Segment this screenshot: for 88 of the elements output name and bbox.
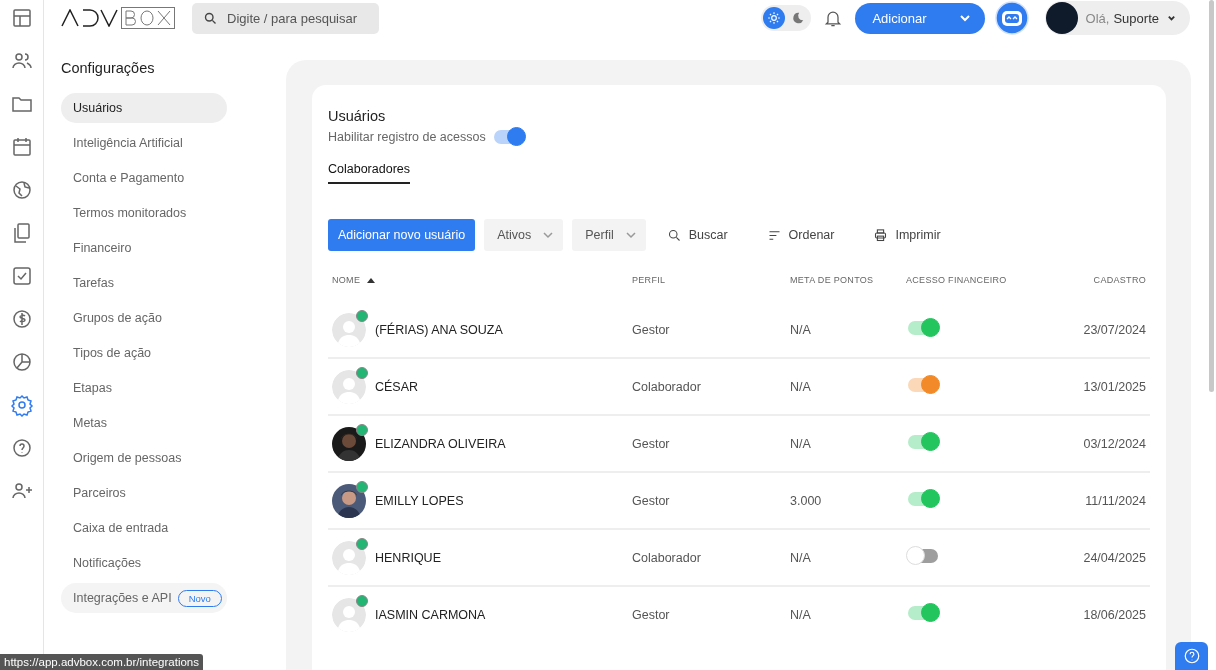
date-cell: 24/04/2025 bbox=[1083, 550, 1146, 565]
column-header: CADASTRO bbox=[1093, 275, 1146, 285]
profile-cell: Gestor bbox=[632, 436, 670, 451]
user-name: (FÉRIAS) ANA SOUZA bbox=[375, 322, 503, 337]
add-user-button[interactable]: Adicionar novo usuário bbox=[328, 219, 476, 251]
avatar-icon bbox=[1045, 2, 1078, 34]
date-cell: 11/11/2024 bbox=[1085, 493, 1146, 508]
settings-menu-item[interactable]: Integrações e API Novo bbox=[61, 583, 227, 613]
user-name: HENRIQUE bbox=[375, 550, 441, 565]
item-label: Integrações e API bbox=[73, 591, 172, 605]
settings-menu-item[interactable]: Notificações bbox=[61, 548, 227, 578]
settings-menu-item[interactable]: Origem de pessoas bbox=[61, 443, 227, 473]
profile-cell: Colaborador bbox=[632, 550, 701, 565]
toggle-switch[interactable] bbox=[908, 492, 938, 506]
printer-icon bbox=[873, 227, 889, 243]
settings-menu-item[interactable]: Etapas bbox=[61, 373, 227, 403]
column-header[interactable]: NOME bbox=[332, 275, 361, 285]
toggle-switch[interactable] bbox=[908, 378, 938, 392]
avatar-icon bbox=[332, 540, 366, 575]
points-cell: N/A bbox=[790, 550, 811, 565]
sort-ascending-icon bbox=[367, 277, 376, 283]
caret-icon bbox=[625, 230, 636, 240]
user-name: IASMIN CARMONA bbox=[375, 607, 486, 622]
filter-dropdown[interactable]: Ativos bbox=[484, 219, 564, 251]
search-button[interactable]: Buscar bbox=[660, 226, 734, 244]
settings-menu-item[interactable]: Inteligência Artificial bbox=[61, 128, 227, 158]
panel-title: Usuários bbox=[328, 108, 386, 124]
search-icon bbox=[666, 227, 682, 243]
column-header: META DE PONTOS bbox=[790, 275, 874, 285]
status-url: https://app.advbox.com.br/integrations bbox=[0, 654, 203, 670]
settings-icon[interactable] bbox=[9, 393, 34, 417]
profile-cell: Colaborador bbox=[632, 379, 701, 394]
caret-icon bbox=[1167, 13, 1176, 23]
sort-button[interactable]: Ordenar bbox=[760, 226, 841, 244]
help-icon bbox=[1182, 647, 1201, 665]
date-cell: 18/06/2025 bbox=[1083, 607, 1146, 622]
points-cell: N/A bbox=[790, 607, 811, 622]
settings-menu-item[interactable]: Financeiro bbox=[61, 233, 227, 263]
points-cell: N/A bbox=[790, 379, 811, 394]
avatar-icon bbox=[332, 369, 366, 404]
points-cell: 3.000 bbox=[790, 493, 822, 508]
toggle-switch[interactable] bbox=[908, 606, 938, 620]
profile-cell: Gestor bbox=[632, 607, 670, 622]
search-field[interactable]: Digite / para pesquisar bbox=[192, 2, 379, 34]
date-cell: 03/12/2024 bbox=[1083, 436, 1146, 451]
toggle-switch[interactable] bbox=[908, 549, 938, 563]
settings-title: Configurações bbox=[61, 60, 156, 76]
column-header: ACESSO FINANCEIRO bbox=[906, 275, 1007, 285]
user-name: Suporte bbox=[1113, 10, 1159, 26]
caret-icon bbox=[958, 12, 971, 24]
help-button[interactable] bbox=[1175, 642, 1208, 670]
user-name: CÉSAR bbox=[375, 379, 419, 394]
points-cell: N/A bbox=[790, 436, 811, 451]
toggle-switch[interactable] bbox=[493, 130, 524, 144]
user-name: EMILLY LOPES bbox=[375, 493, 464, 508]
search-icon bbox=[203, 10, 218, 26]
settings-menu-item[interactable]: Metas bbox=[61, 408, 227, 438]
settings-menu-item[interactable]: Caixa de entrada bbox=[61, 513, 227, 543]
settings-menu-item[interactable]: Termos monitorados bbox=[61, 198, 227, 228]
settings-menu-item[interactable]: Parceiros bbox=[61, 478, 227, 508]
access-log-label: Habilitar registro de acessos bbox=[328, 130, 486, 144]
caret-icon bbox=[543, 230, 554, 240]
column-header: PERFIL bbox=[632, 275, 666, 285]
profile-cell: Gestor bbox=[632, 322, 670, 337]
settings-menu-item[interactable]: Usuários bbox=[61, 93, 227, 123]
avatar-icon bbox=[332, 312, 366, 347]
settings-menu-item[interactable]: Conta e Pagamento bbox=[61, 163, 227, 193]
tab[interactable]: Colaboradores bbox=[328, 162, 410, 184]
scrollbar[interactable] bbox=[1209, 0, 1214, 392]
print-button[interactable]: Imprimir bbox=[867, 226, 947, 244]
toggle-switch[interactable] bbox=[908, 321, 938, 335]
add-button[interactable]: Adicionar bbox=[855, 2, 985, 34]
date-cell: 23/07/2024 bbox=[1083, 322, 1146, 337]
avatar-icon bbox=[332, 597, 366, 632]
settings-menu-item[interactable]: Tipos de ação bbox=[61, 338, 227, 368]
greeting: Olá, bbox=[1085, 10, 1110, 26]
profile-cell: Gestor bbox=[632, 493, 670, 508]
toggle-switch[interactable] bbox=[908, 435, 938, 449]
robot-icon[interactable] bbox=[994, 1, 1029, 35]
user-name: ELIZANDRA OLIVEIRA bbox=[375, 436, 506, 451]
sun-icon[interactable] bbox=[763, 7, 786, 29]
settings-menu-item[interactable]: Grupos de ação bbox=[61, 303, 227, 333]
logo-icon[interactable] bbox=[61, 7, 175, 29]
settings-menu-item[interactable]: Tarefas bbox=[61, 268, 227, 298]
date-cell: 13/01/2025 bbox=[1083, 379, 1146, 394]
filter-dropdown[interactable]: Perfil bbox=[572, 219, 646, 251]
user-menu[interactable]: Olá, Suporte bbox=[1044, 1, 1190, 35]
points-cell: N/A bbox=[790, 322, 811, 337]
